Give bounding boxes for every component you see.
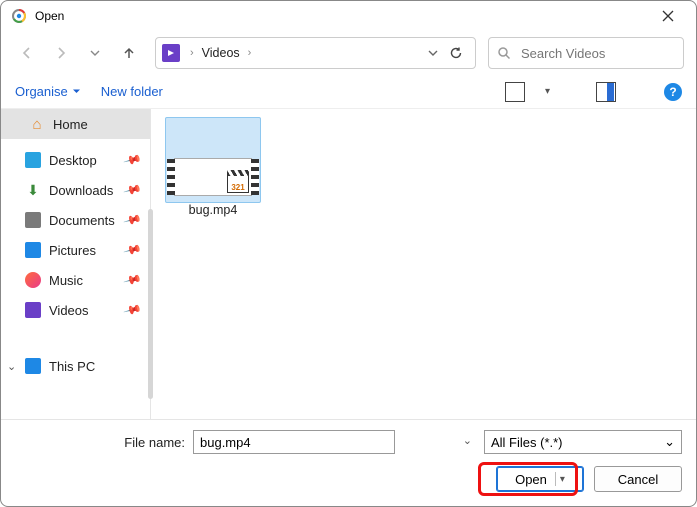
pictures-icon (25, 242, 41, 258)
organise-label: Organise (15, 84, 68, 99)
documents-icon (25, 212, 41, 228)
pin-icon: 📌 (123, 210, 143, 230)
chevron-right-icon: › (186, 47, 198, 59)
sidebar-item-label: Music (49, 273, 83, 288)
sidebar-item-documents[interactable]: Documents 📌 (1, 205, 150, 235)
home-icon: ⌂ (29, 116, 45, 132)
forward-button[interactable] (47, 39, 75, 67)
address-bar[interactable]: › Videos › (155, 37, 476, 69)
chevron-right-icon: › (244, 47, 256, 59)
search-box[interactable] (488, 37, 684, 69)
filetype-filter-label: All Files (*.*) (491, 435, 563, 450)
breadcrumb-videos[interactable]: Videos (198, 44, 244, 62)
chevron-down-icon[interactable]: ⌄ (7, 360, 16, 373)
help-button[interactable]: ? (664, 83, 682, 101)
sidebar-item-music[interactable]: Music 📌 (1, 265, 150, 295)
pin-icon: 📌 (123, 300, 143, 320)
cancel-button-label: Cancel (618, 472, 658, 487)
dialog-footer: File name: ⌄ All Files (*.*) ⌄ Open ▾ Ca… (1, 419, 696, 506)
up-button[interactable] (115, 39, 143, 67)
file-list[interactable]: 321 bug.mp4 (151, 109, 696, 419)
sidebar-item-downloads[interactable]: ⬇ Downloads 📌 (1, 175, 150, 205)
organise-button[interactable]: Organise (15, 84, 81, 99)
clapper-icon: 321 (227, 175, 249, 193)
preview-pane-button[interactable] (596, 82, 616, 102)
open-button-label: Open (515, 472, 547, 487)
search-icon (497, 46, 511, 60)
back-button[interactable] (13, 39, 41, 67)
filename-dropdown[interactable]: ⌄ (463, 434, 472, 447)
file-name: bug.mp4 (165, 203, 261, 217)
chevron-down-icon[interactable]: ▾ (560, 474, 565, 485)
chevron-down-icon (72, 87, 81, 96)
pin-icon: 📌 (123, 240, 143, 260)
sidebar-item-label: This PC (49, 359, 95, 374)
nav-row: › Videos › (1, 31, 696, 75)
toolbar: Organise New folder ▾ ? (1, 75, 696, 109)
new-folder-button[interactable]: New folder (101, 84, 163, 99)
titlebar: Open (1, 1, 696, 31)
sidebar-item-desktop[interactable]: Desktop 📌 (1, 145, 150, 175)
sidebar-item-label: Desktop (49, 153, 97, 168)
file-item[interactable]: 321 bug.mp4 (165, 117, 261, 217)
view-mode-button[interactable] (505, 82, 525, 102)
sidebar-item-videos[interactable]: Videos 📌 (1, 295, 150, 325)
close-button[interactable] (646, 1, 690, 31)
sidebar-scrollbar[interactable] (148, 209, 153, 399)
filetype-filter[interactable]: All Files (*.*) ⌄ (484, 430, 682, 454)
search-input[interactable] (519, 45, 675, 62)
video-thumbnail-icon: 321 (174, 158, 252, 196)
chevron-down-icon: ⌄ (664, 434, 675, 450)
pin-icon: 📌 (123, 180, 143, 200)
pin-icon: 📌 (123, 150, 143, 170)
desktop-icon (25, 152, 41, 168)
sidebar-item-home[interactable]: ⌂ Home (1, 109, 150, 139)
file-thumbnail: 321 (165, 117, 261, 203)
sidebar-item-label: Home (53, 117, 88, 132)
open-button[interactable]: Open ▾ (496, 466, 584, 492)
sidebar-item-label: Documents (49, 213, 115, 228)
view-mode-dropdown[interactable]: ▾ (545, 86, 550, 97)
sidebar: ⌂ Home Desktop 📌 ⬇ Downloads 📌 Documents… (1, 109, 151, 419)
filename-label: File name: (15, 435, 185, 450)
sidebar-item-label: Pictures (49, 243, 96, 258)
pin-icon: 📌 (123, 270, 143, 290)
filename-input[interactable] (193, 430, 395, 454)
music-icon (25, 272, 41, 288)
app-icon (11, 8, 27, 24)
sidebar-item-label: Videos (49, 303, 89, 318)
videos-folder-icon (162, 44, 180, 62)
dialog-body: ⌂ Home Desktop 📌 ⬇ Downloads 📌 Documents… (1, 109, 696, 419)
sidebar-item-label: Downloads (49, 183, 113, 198)
address-dropdown[interactable] (423, 47, 443, 59)
sidebar-item-thispc[interactable]: ⌄ This PC (1, 351, 150, 381)
dialog-title: Open (35, 9, 646, 23)
cancel-button[interactable]: Cancel (594, 466, 682, 492)
videos-icon (25, 302, 41, 318)
downloads-icon: ⬇ (25, 182, 41, 198)
sidebar-item-pictures[interactable]: Pictures 📌 (1, 235, 150, 265)
thispc-icon (25, 358, 41, 374)
recent-dropdown[interactable] (81, 39, 109, 67)
refresh-button[interactable] (443, 46, 469, 60)
